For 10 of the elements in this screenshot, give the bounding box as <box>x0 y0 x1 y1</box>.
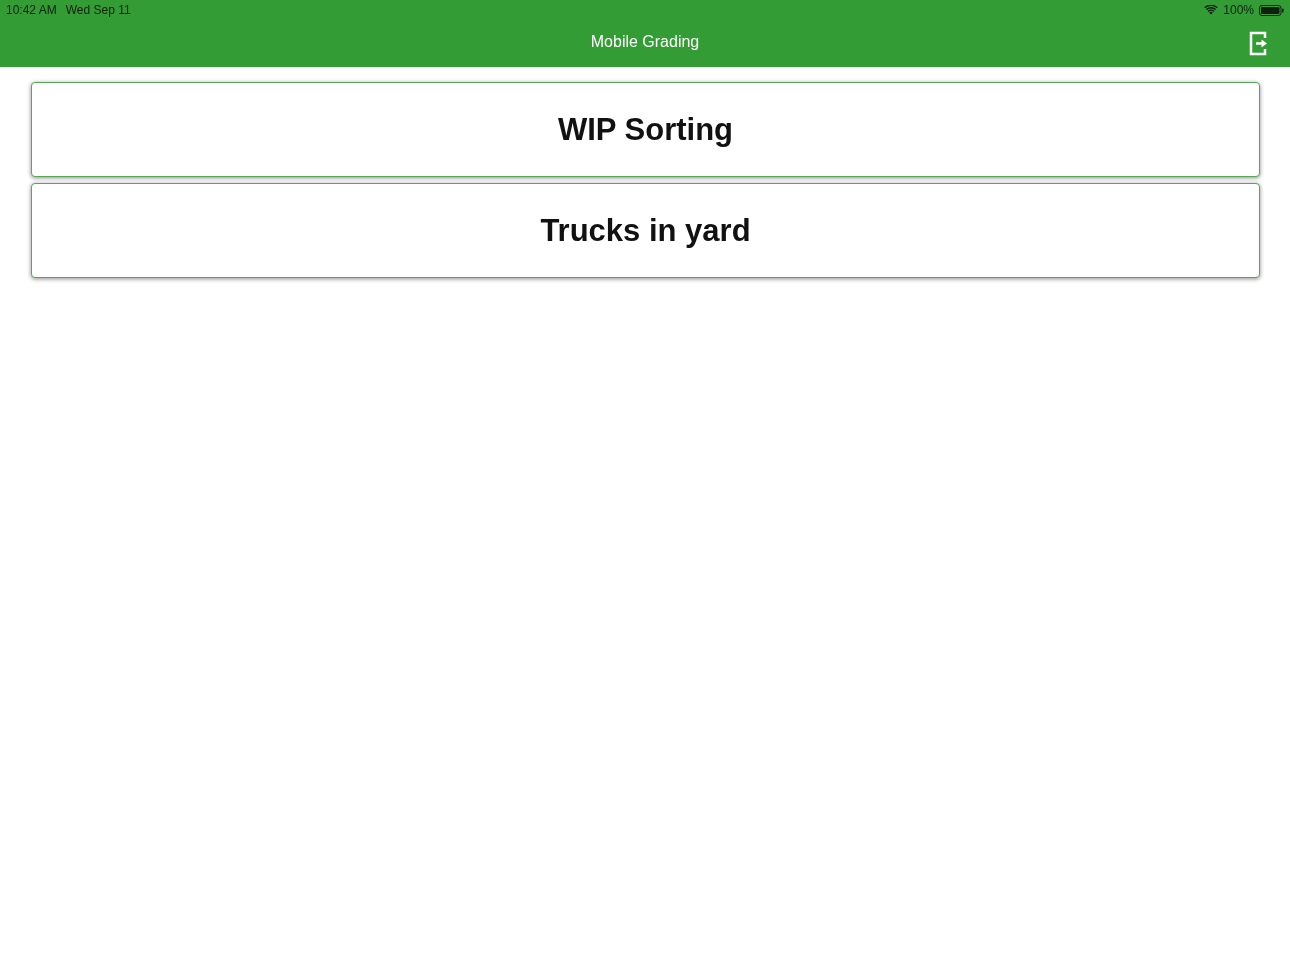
wifi-icon <box>1204 5 1219 15</box>
nav-title: Mobile Grading <box>590 32 700 51</box>
battery-percent: 100% <box>1223 3 1254 17</box>
menu-card[interactable]: WIP Sorting <box>31 82 1260 177</box>
battery-icon <box>1259 4 1284 16</box>
status-date: Wed Sep 11 <box>65 3 131 17</box>
menu-card[interactable]: Trucks in yard <box>31 183 1260 278</box>
status-time: 10:42 AM <box>6 3 57 17</box>
exit-button[interactable] <box>1248 30 1270 56</box>
exit-icon <box>1249 30 1269 56</box>
